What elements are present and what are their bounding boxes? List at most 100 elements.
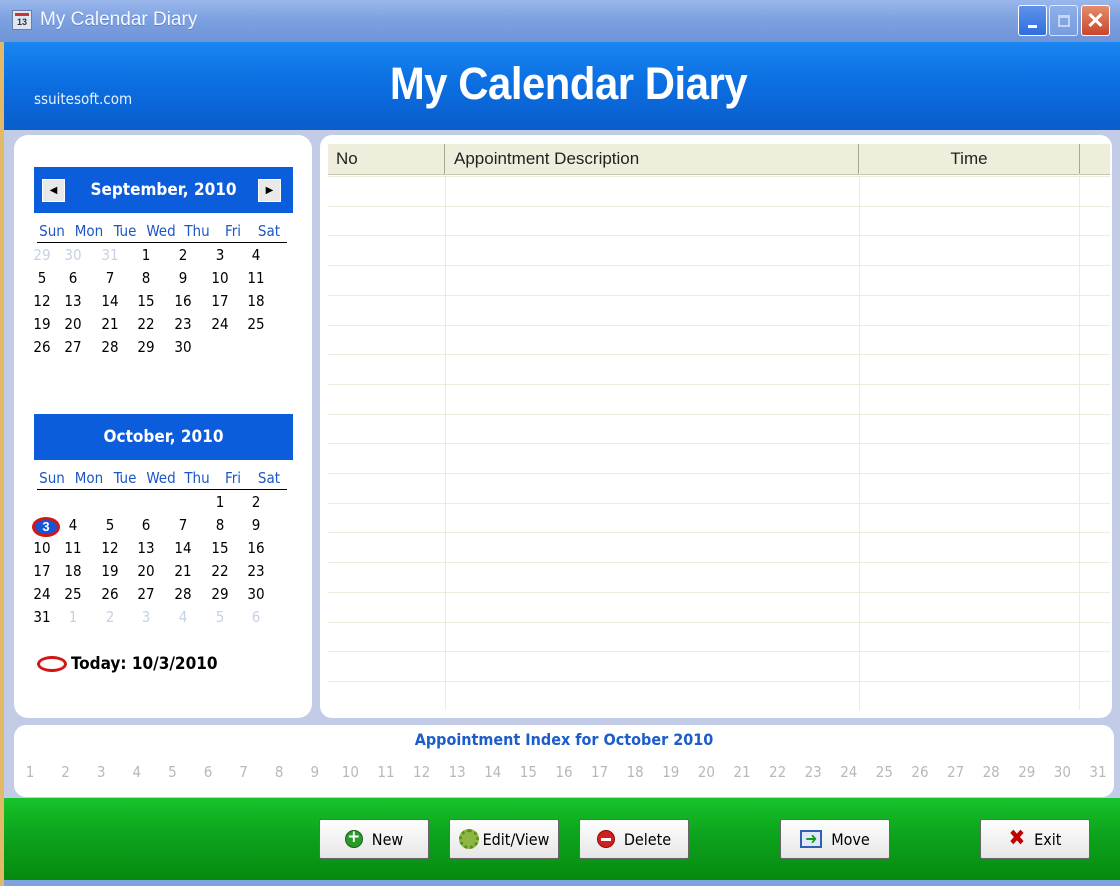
calendar-day-today[interactable]: 3 xyxy=(32,517,60,537)
calendar-day[interactable]: 9 xyxy=(242,516,270,534)
index-day[interactable]: 30 xyxy=(1050,763,1074,781)
calendar-day[interactable]: 24 xyxy=(206,315,234,333)
index-day[interactable]: 26 xyxy=(908,763,932,781)
calendar-day-other-month[interactable]: 6 xyxy=(242,608,270,626)
calendar-day[interactable]: 28 xyxy=(169,585,197,603)
calendar-day[interactable]: 10 xyxy=(206,269,234,287)
index-day[interactable]: 27 xyxy=(944,763,968,781)
calendar-day[interactable]: 1 xyxy=(206,493,234,511)
calendar-day[interactable]: 17 xyxy=(28,562,56,580)
calendar-day[interactable]: 29 xyxy=(206,585,234,603)
calendar-day-other-month[interactable]: 29 xyxy=(28,246,56,264)
calendar-day[interactable]: 23 xyxy=(169,315,197,333)
calendar-day[interactable]: 16 xyxy=(169,292,197,310)
index-day[interactable]: 6 xyxy=(196,763,220,781)
new-button[interactable]: New xyxy=(319,819,429,859)
calendar-day[interactable]: 2 xyxy=(242,493,270,511)
calendar-day[interactable]: 4 xyxy=(242,246,270,264)
calendar-day[interactable]: 15 xyxy=(206,539,234,557)
index-day[interactable]: 9 xyxy=(303,763,327,781)
index-day[interactable]: 13 xyxy=(445,763,469,781)
calendar-day[interactable]: 29 xyxy=(132,338,160,356)
calendar-day[interactable]: 7 xyxy=(96,269,124,287)
calendar-day[interactable]: 9 xyxy=(169,269,197,287)
calendar-day[interactable]: 31 xyxy=(28,608,56,626)
column-header-description[interactable]: Appointment Description xyxy=(445,144,859,174)
calendar-day[interactable]: 18 xyxy=(242,292,270,310)
calendar-day[interactable]: 8 xyxy=(206,516,234,534)
calendar-day[interactable]: 10 xyxy=(28,539,56,557)
calendar-day[interactable]: 3 xyxy=(206,246,234,264)
move-button[interactable]: Move xyxy=(780,819,890,859)
calendar-day[interactable]: 5 xyxy=(28,269,56,287)
next-month-button[interactable]: ▶ xyxy=(258,179,281,202)
index-day[interactable]: 2 xyxy=(54,763,78,781)
index-day[interactable]: 14 xyxy=(481,763,505,781)
index-day[interactable]: 19 xyxy=(659,763,683,781)
appointment-grid[interactable] xyxy=(320,135,1112,718)
calendar-day-other-month[interactable]: 5 xyxy=(206,608,234,626)
minimize-button[interactable] xyxy=(1018,5,1047,36)
calendar-day-other-month[interactable]: 31 xyxy=(96,246,124,264)
calendar-day[interactable]: 6 xyxy=(59,269,87,287)
index-day[interactable]: 4 xyxy=(125,763,149,781)
calendar-day[interactable]: 15 xyxy=(132,292,160,310)
calendar-day[interactable]: 30 xyxy=(242,585,270,603)
calendar-day[interactable]: 18 xyxy=(59,562,87,580)
calendar-day[interactable]: 8 xyxy=(132,269,160,287)
index-day[interactable]: 3 xyxy=(89,763,113,781)
calendar-day-other-month[interactable]: 1 xyxy=(59,608,87,626)
calendar-day[interactable]: 25 xyxy=(242,315,270,333)
calendar-day[interactable]: 4 xyxy=(59,516,87,534)
calendar-day-other-month[interactable]: 3 xyxy=(132,608,160,626)
calendar-app-icon[interactable]: 13 xyxy=(12,10,32,30)
close-button[interactable]: ✕ xyxy=(1081,5,1110,36)
index-day[interactable]: 7 xyxy=(232,763,256,781)
calendar-day[interactable]: 21 xyxy=(96,315,124,333)
index-day[interactable]: 1 xyxy=(18,763,42,781)
calendar-day[interactable]: 14 xyxy=(169,539,197,557)
index-day[interactable]: 11 xyxy=(374,763,398,781)
index-day[interactable]: 12 xyxy=(410,763,434,781)
calendar-day[interactable]: 21 xyxy=(169,562,197,580)
index-day[interactable]: 31 xyxy=(1086,763,1110,781)
exit-button[interactable]: ✖ Exit xyxy=(980,819,1090,859)
calendar-day[interactable]: 16 xyxy=(242,539,270,557)
index-day[interactable]: 10 xyxy=(338,763,362,781)
calendar-day[interactable]: 19 xyxy=(96,562,124,580)
index-day[interactable]: 29 xyxy=(1015,763,1039,781)
calendar-day[interactable]: 20 xyxy=(59,315,87,333)
calendar-day[interactable]: 7 xyxy=(169,516,197,534)
calendar-day-other-month[interactable]: 4 xyxy=(169,608,197,626)
calendar-day[interactable]: 13 xyxy=(132,539,160,557)
calendar-day[interactable]: 20 xyxy=(132,562,160,580)
index-day[interactable]: 22 xyxy=(766,763,790,781)
calendar-day[interactable]: 12 xyxy=(96,539,124,557)
index-day[interactable]: 16 xyxy=(552,763,576,781)
index-day[interactable]: 15 xyxy=(516,763,540,781)
delete-button[interactable]: Delete xyxy=(579,819,689,859)
calendar-day[interactable]: 25 xyxy=(59,585,87,603)
index-day[interactable]: 18 xyxy=(623,763,647,781)
calendar-day[interactable]: 26 xyxy=(96,585,124,603)
calendar-day[interactable]: 22 xyxy=(206,562,234,580)
calendar-day[interactable]: 5 xyxy=(96,516,124,534)
calendar-day[interactable]: 12 xyxy=(28,292,56,310)
calendar-day[interactable]: 14 xyxy=(96,292,124,310)
today-label[interactable]: Today: 10/3/2010 xyxy=(37,654,218,674)
calendar-day[interactable]: 17 xyxy=(206,292,234,310)
column-header-no[interactable]: No xyxy=(328,144,445,174)
calendar-day[interactable]: 6 xyxy=(132,516,160,534)
index-day[interactable]: 25 xyxy=(872,763,896,781)
calendar-day[interactable]: 24 xyxy=(28,585,56,603)
index-day[interactable]: 20 xyxy=(694,763,718,781)
calendar-day[interactable]: 27 xyxy=(59,338,87,356)
calendar-day[interactable]: 13 xyxy=(59,292,87,310)
calendar-day[interactable]: 2 xyxy=(169,246,197,264)
index-day[interactable]: 8 xyxy=(267,763,291,781)
calendar-day[interactable]: 23 xyxy=(242,562,270,580)
index-day[interactable]: 23 xyxy=(801,763,825,781)
calendar-day[interactable]: 26 xyxy=(28,338,56,356)
calendar-day-other-month[interactable]: 2 xyxy=(96,608,124,626)
calendar-day[interactable]: 22 xyxy=(132,315,160,333)
